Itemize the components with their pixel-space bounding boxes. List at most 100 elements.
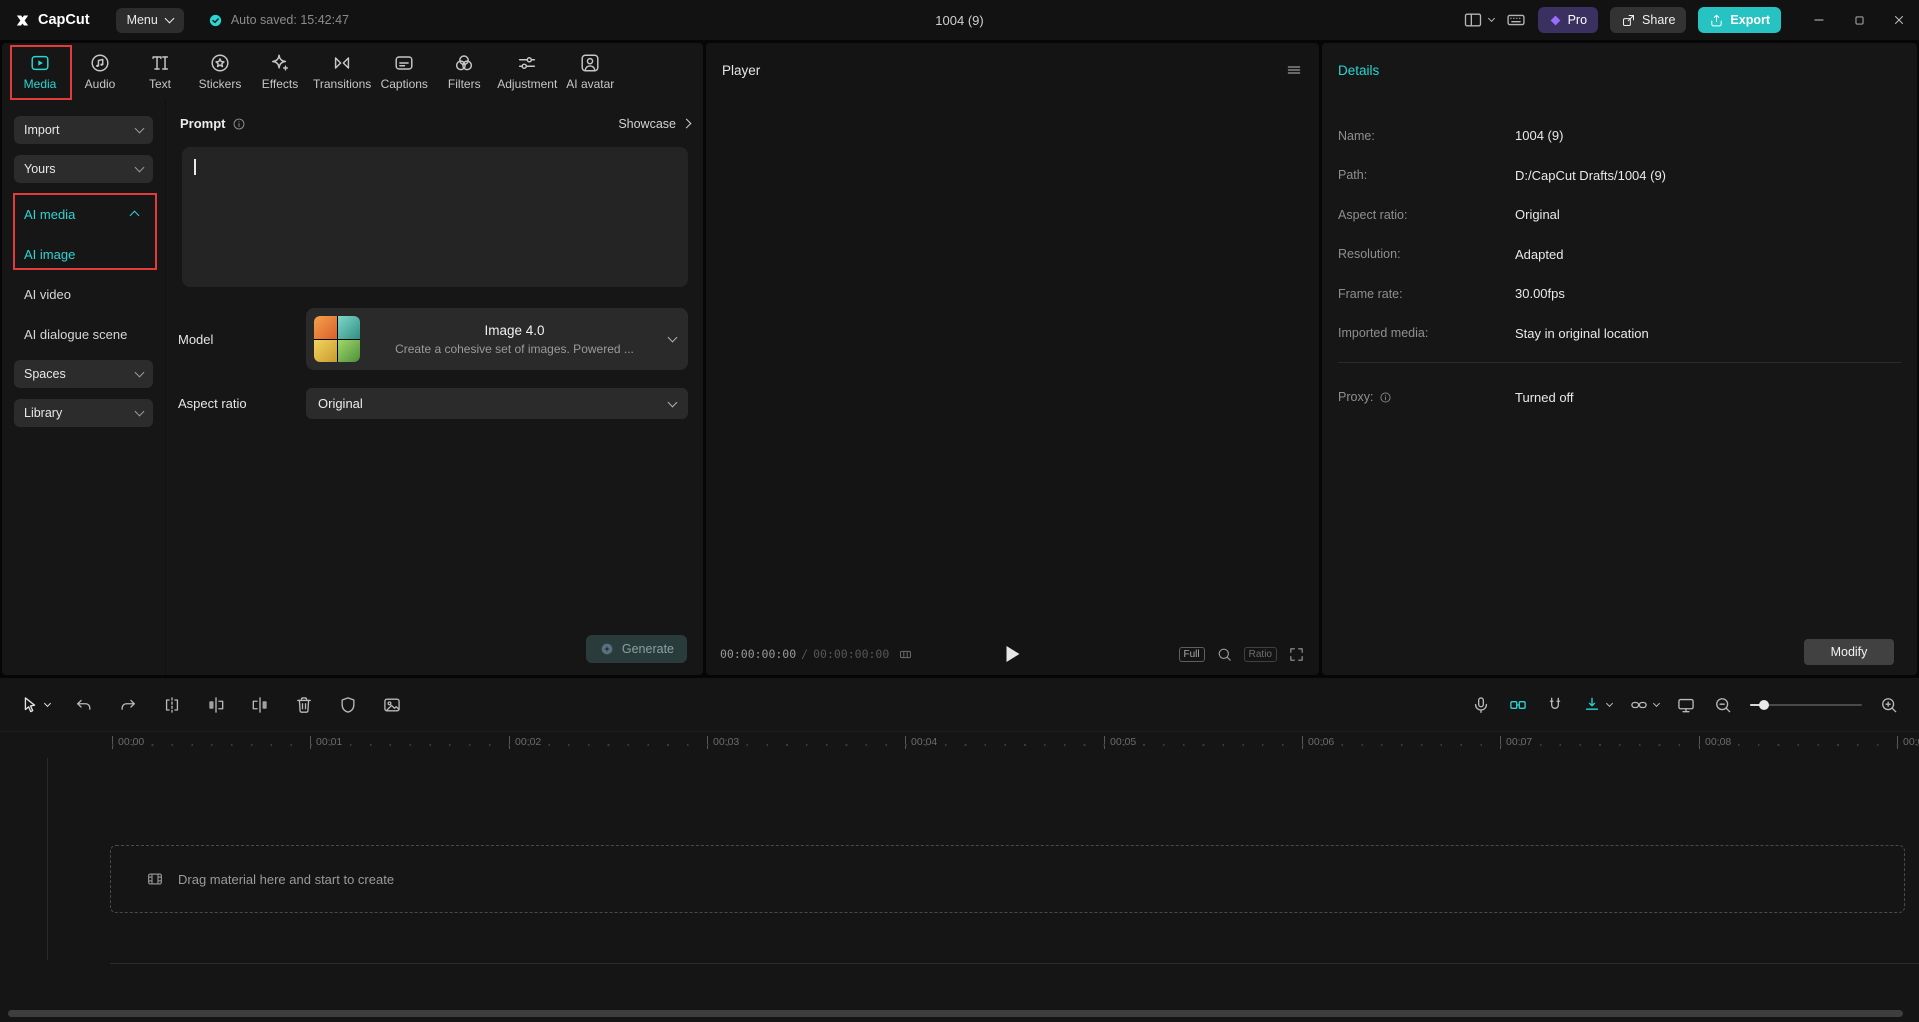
capcut-logo: CapCut: [14, 12, 90, 29]
ratio-badge[interactable]: Ratio: [1244, 647, 1277, 662]
details-value: Original: [1515, 207, 1560, 222]
chevron-down-icon: [135, 368, 145, 378]
tab-audio[interactable]: Audio: [70, 43, 130, 99]
sidebar-item-spaces[interactable]: Spaces: [14, 360, 153, 388]
sidebar-item-ai-video[interactable]: AI video: [2, 274, 165, 314]
close-button[interactable]: [1879, 0, 1919, 40]
share-button[interactable]: Share: [1610, 7, 1686, 33]
prompt-label: Prompt: [180, 116, 226, 131]
snap-icon: [1582, 695, 1602, 715]
tab-ai-avatar[interactable]: AI avatar: [560, 43, 620, 99]
model-dropdown[interactable]: Image 4.0 Create a cohesive set of image…: [306, 308, 688, 370]
proxy-label: Proxy:: [1338, 390, 1373, 404]
generate-button[interactable]: Generate: [586, 635, 687, 663]
model-label: Model: [178, 332, 213, 347]
play-button[interactable]: [1006, 646, 1019, 662]
maximize-button[interactable]: [1839, 0, 1879, 40]
shortcuts-keyboard-button[interactable]: [1506, 10, 1526, 30]
layout-toggle-button[interactable]: [1463, 10, 1494, 30]
zoom-slider-knob[interactable]: [1759, 700, 1769, 710]
select-tool-button[interactable]: [20, 695, 50, 715]
prompt-header: Prompt Showcase: [180, 116, 690, 131]
prompt-input[interactable]: [182, 147, 688, 287]
mask-button[interactable]: [338, 695, 358, 715]
menu-button[interactable]: Menu: [116, 8, 184, 33]
tab-stickers[interactable]: Stickers: [190, 43, 250, 99]
project-title: 1004 (9): [935, 13, 983, 28]
info-icon: [1379, 391, 1392, 404]
tab-text[interactable]: Text: [130, 43, 190, 99]
zoom-in-button[interactable]: [1879, 695, 1899, 715]
sidebar-item-import[interactable]: Import: [14, 116, 153, 144]
ruler-label: 00:04: [905, 736, 937, 749]
details-panel: Details Name: 1004 (9) Path: D:/CapCut D…: [1322, 43, 1917, 675]
linking-toggle[interactable]: [1629, 695, 1659, 715]
share-icon: [1621, 13, 1636, 28]
freeze-frame-button[interactable]: [382, 695, 402, 715]
sidebar-item-ai-media[interactable]: AI media: [2, 194, 165, 234]
pro-badge[interactable]: Pro: [1538, 7, 1598, 33]
ruler-label: 00:02: [509, 736, 541, 749]
chevron-right-icon: [682, 119, 692, 129]
chevron-down-icon: [164, 14, 174, 24]
transitions-icon: [331, 52, 353, 74]
player-view-controls: Full Ratio: [1179, 646, 1305, 663]
export-button[interactable]: Export: [1698, 7, 1781, 33]
zoom-preview-button[interactable]: [1216, 646, 1233, 663]
tab-label: AI avatar: [566, 77, 614, 91]
timeline-ruler[interactable]: 00:00 00:01 00:02 00:03 00:04 00:05 00:0…: [0, 732, 1919, 754]
sidebar-item-yours[interactable]: Yours: [14, 155, 153, 183]
magnet-toggle[interactable]: [1545, 695, 1565, 715]
showcase-link[interactable]: Showcase: [618, 117, 690, 131]
tab-label: Effects: [262, 77, 298, 91]
audio-icon: [89, 52, 111, 74]
timeline-tracks[interactable]: Drag material here and start to create: [0, 754, 1919, 1022]
tab-effects[interactable]: Effects: [250, 43, 310, 99]
redo-icon: [118, 695, 138, 715]
sidebar-item-label: AI video: [24, 287, 71, 302]
film-icon: [146, 870, 164, 888]
delete-right-button[interactable]: [250, 695, 270, 715]
record-voiceover-button[interactable]: [1471, 695, 1491, 715]
zoom-out-icon: [1713, 695, 1733, 715]
mic-icon: [1471, 695, 1491, 715]
tab-captions[interactable]: Captions: [374, 43, 434, 99]
delete-left-icon: [206, 695, 226, 715]
delete-right-icon: [250, 695, 270, 715]
delete-button[interactable]: [294, 695, 314, 715]
player-controls: 00:00:00:00 / 00:00:00:00 Full Ratio: [706, 633, 1319, 675]
zoom-slider[interactable]: [1750, 704, 1862, 706]
split-button[interactable]: [162, 695, 182, 715]
tab-label: Filters: [448, 77, 481, 91]
details-value: Adapted: [1515, 247, 1563, 262]
fullscreen-button[interactable]: [1288, 646, 1305, 663]
undo-button[interactable]: [74, 695, 94, 715]
zoom-out-button[interactable]: [1713, 695, 1733, 715]
sidebar-item-library[interactable]: Library: [14, 399, 153, 427]
auto-ripple-toggle[interactable]: [1508, 695, 1528, 715]
tabbar: Media Audio Text Stickers Effects Transi…: [2, 43, 703, 99]
tab-media[interactable]: Media: [10, 43, 70, 99]
minimize-button[interactable]: [1799, 0, 1839, 40]
proxy-value: Turned off: [1515, 390, 1574, 405]
sticker-icon: [209, 52, 231, 74]
tab-adjustment[interactable]: Adjustment: [494, 43, 560, 99]
frame-grid-icon[interactable]: [898, 647, 913, 662]
tab-transitions[interactable]: Transitions: [310, 43, 374, 99]
redo-button[interactable]: [118, 695, 138, 715]
modify-button[interactable]: Modify: [1804, 639, 1894, 665]
tab-filters[interactable]: Filters: [434, 43, 494, 99]
aspect-ratio-dropdown[interactable]: Original: [306, 388, 688, 419]
timeline-dropzone[interactable]: Drag material here and start to create: [110, 845, 1905, 913]
snapping-toggle[interactable]: [1582, 695, 1612, 715]
details-label: Aspect ratio:: [1338, 208, 1515, 222]
player-menu-button[interactable]: [1285, 61, 1303, 79]
preview-axis-toggle[interactable]: [1676, 695, 1696, 715]
sidebar-item-ai-image[interactable]: AI image: [2, 234, 165, 274]
sidebar-item-ai-dialogue-scene[interactable]: AI dialogue scene: [2, 314, 165, 354]
effects-sparkle-icon: [269, 52, 291, 74]
timeline-horizontal-scrollbar[interactable]: [8, 1010, 1903, 1017]
delete-left-button[interactable]: [206, 695, 226, 715]
details-value: D:/CapCut Drafts/1004 (9): [1515, 168, 1666, 183]
full-badge[interactable]: Full: [1179, 647, 1205, 662]
